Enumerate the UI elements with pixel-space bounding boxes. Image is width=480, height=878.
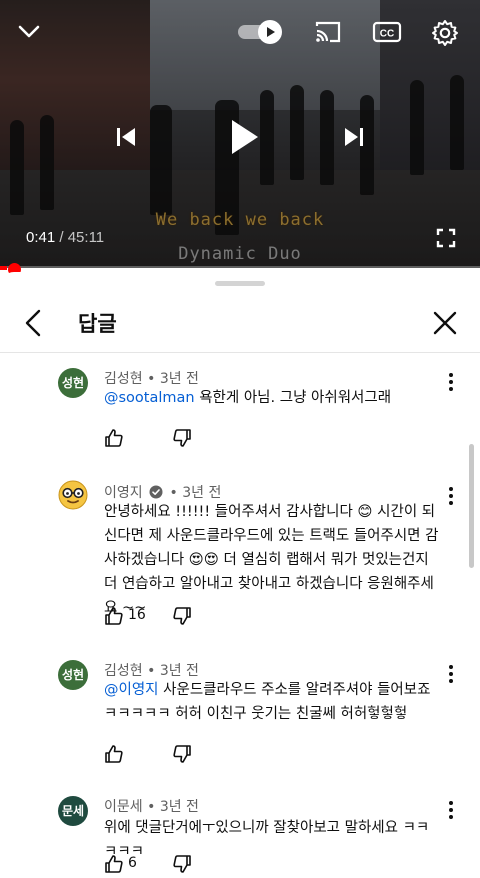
panel-title: 답글 bbox=[78, 312, 117, 336]
play-icon[interactable] bbox=[228, 118, 260, 156]
comment-body: @이영지 사운드클라우드 주소를 알려주셔야 들어보죠 ㅋㅋㅋㅋㅋ 허허 이친구… bbox=[104, 678, 440, 726]
header-divider bbox=[0, 352, 480, 353]
current-time: 0:41 bbox=[26, 229, 56, 246]
comment-age: 3년 전 bbox=[182, 485, 222, 501]
comment-author[interactable]: 김성현 bbox=[104, 663, 143, 679]
verified-badge-icon bbox=[149, 485, 163, 499]
video-duration: 45:11 bbox=[67, 229, 105, 246]
avatar[interactable]: 성현 bbox=[58, 368, 88, 398]
comment-author[interactable]: 이영지 bbox=[104, 485, 143, 501]
more-vert-icon[interactable] bbox=[444, 664, 458, 684]
comment-author[interactable]: 이문세 bbox=[104, 799, 143, 815]
chevron-down-icon[interactable] bbox=[14, 18, 44, 44]
comment-meta: 이문세 • 3년 전 bbox=[104, 799, 199, 815]
mention-link[interactable]: @이영지 bbox=[104, 682, 159, 698]
like-count: 16 bbox=[128, 607, 146, 623]
comment-age: 3년 전 bbox=[159, 799, 199, 815]
video-player[interactable]: We back we back Dynamic Duo CC 0:41 / 45… bbox=[0, 0, 480, 268]
thumb-down-icon[interactable] bbox=[172, 854, 192, 874]
comment-body: 안녕하세요 !!!!!! 들어주셔서 감사합니다 😊 시간이 되신다면 제 사운… bbox=[104, 504, 439, 616]
avatar[interactable] bbox=[58, 480, 88, 510]
next-icon[interactable] bbox=[342, 124, 366, 150]
video-timecode: 0:41 / 45:11 bbox=[26, 229, 104, 246]
comment-age: 3년 전 bbox=[159, 663, 199, 679]
comment-meta: 김성현 • 3년 전 bbox=[104, 663, 199, 679]
thumb-up-icon[interactable] bbox=[104, 744, 124, 764]
svg-text:CC: CC bbox=[380, 29, 394, 40]
thumb-up-icon[interactable] bbox=[104, 606, 124, 626]
autoplay-toggle[interactable] bbox=[238, 20, 284, 44]
drag-handle[interactable] bbox=[215, 281, 265, 286]
comment-body: 위에 댓글단거에ㅜ있으니까 잘찾아보고 말하세요 ㅋㅋㅋㅋㅋ bbox=[104, 820, 430, 860]
comment-author[interactable]: 김성현 bbox=[104, 371, 143, 387]
thumb-down-icon[interactable] bbox=[172, 744, 192, 764]
previous-icon[interactable] bbox=[114, 124, 138, 150]
thumb-up-icon[interactable] bbox=[104, 428, 124, 448]
more-vert-icon[interactable] bbox=[444, 486, 458, 506]
more-vert-icon[interactable] bbox=[444, 372, 458, 392]
avatar[interactable]: 문세 bbox=[58, 796, 88, 826]
chevron-left-icon[interactable] bbox=[22, 308, 44, 338]
thumb-down-icon[interactable] bbox=[172, 606, 192, 626]
avatar[interactable]: 성현 bbox=[58, 660, 88, 690]
close-icon[interactable] bbox=[432, 310, 458, 336]
duration-separator: / bbox=[59, 229, 68, 246]
comment-meta: 김성현 • 3년 전 bbox=[104, 371, 199, 387]
thumb-up-icon[interactable] bbox=[104, 854, 124, 874]
gear-icon[interactable] bbox=[430, 18, 460, 48]
fullscreen-icon[interactable] bbox=[436, 228, 456, 248]
comment-text: 욕한게 아님. 그냥 아쉬워서그래 bbox=[194, 390, 392, 406]
progress-fill bbox=[0, 266, 8, 270]
like-count: 6 bbox=[128, 855, 137, 871]
thumb-down-icon[interactable] bbox=[172, 428, 192, 448]
closed-captions-icon[interactable]: CC bbox=[372, 20, 402, 44]
autoplay-toggle-knob bbox=[258, 20, 282, 44]
comment-age: 3년 전 bbox=[159, 371, 199, 387]
cast-icon[interactable] bbox=[314, 20, 342, 44]
more-vert-icon[interactable] bbox=[444, 800, 458, 820]
progress-track[interactable] bbox=[0, 266, 480, 270]
comment-meta: 이영지 • 3년 전 bbox=[104, 485, 222, 501]
mention-link[interactable]: @sootalman bbox=[104, 390, 195, 406]
comment-body: @sootalman 욕한게 아님. 그냥 아쉬워서그래 bbox=[104, 386, 440, 410]
replies-panel: 답글 성현 김성현 • 3년 전 @sootalman 욕한게 아님. 그냥 아… bbox=[0, 272, 480, 878]
replies-header: 답글 bbox=[0, 296, 480, 352]
scrollbar[interactable] bbox=[469, 444, 474, 568]
